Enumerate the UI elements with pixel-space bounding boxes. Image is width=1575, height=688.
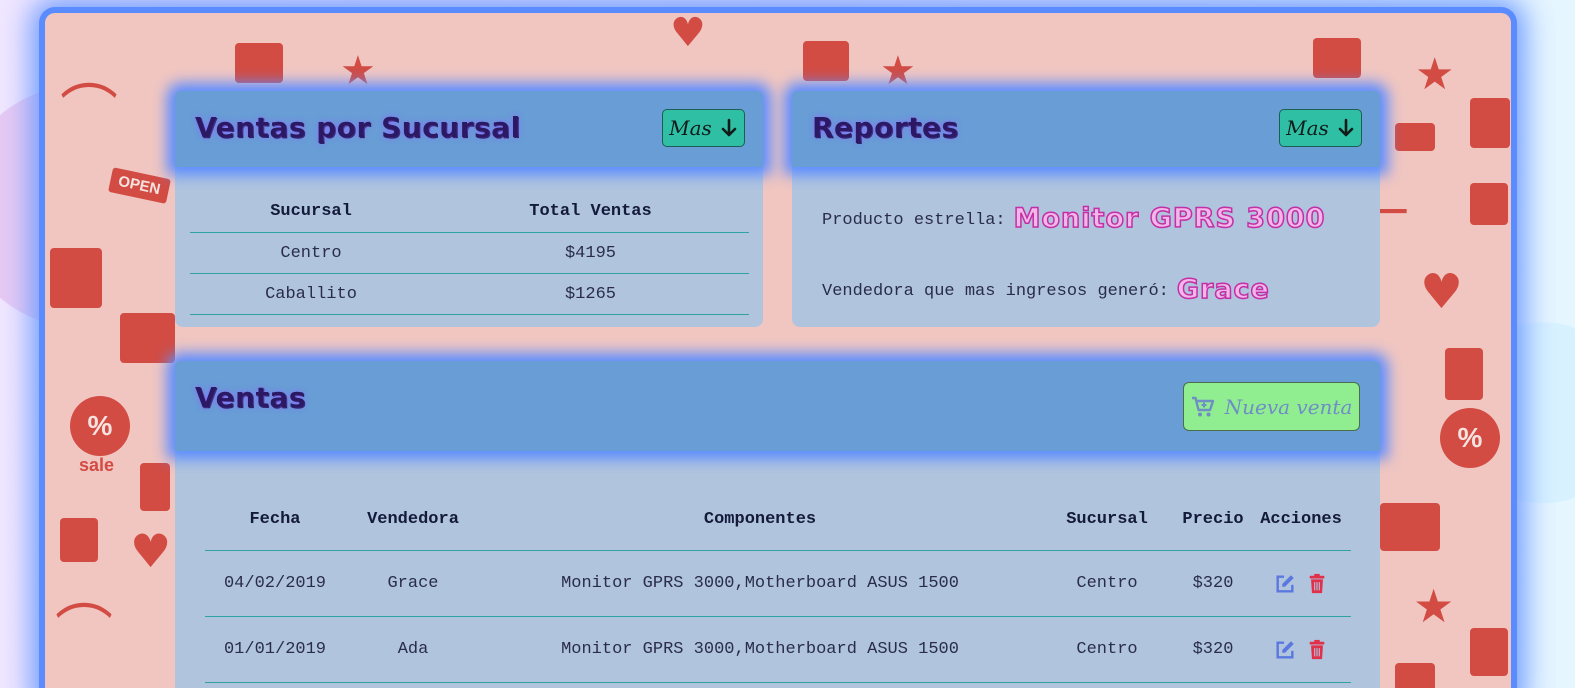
column-header-sucursal: Sucursal: [190, 191, 432, 233]
ventas-por-sucursal-card: Ventas por Sucursal Mas Sucursal Total V…: [175, 91, 763, 327]
credit-card-icon: [1395, 663, 1435, 688]
purse-icon: [1380, 503, 1440, 551]
ventas-card: Ventas Nueva venta Fecha Vendedora Compo…: [175, 361, 1380, 688]
edit-icon[interactable]: [1274, 639, 1296, 661]
reportes-mas-button[interactable]: Mas: [1279, 109, 1362, 147]
bag-icon: [1445, 348, 1483, 400]
mas-button-label: Mas: [669, 116, 712, 140]
ventas-por-sucursal-header: Ventas por Sucursal Mas: [175, 91, 763, 167]
table-row: Centro $4195: [190, 232, 749, 274]
wallet-icon: [235, 43, 283, 83]
hanger-icon: ⌒: [55, 598, 114, 666]
cell-fecha: 01/01/2019: [205, 616, 345, 683]
cell-precio: $320: [1175, 550, 1251, 617]
producto-estrella-value: Monitor GPRS 3000: [1013, 202, 1326, 235]
column-header-vendedora: Vendedora: [345, 488, 481, 551]
cell-acciones: [1251, 550, 1351, 617]
cell-acciones: [1251, 616, 1351, 683]
column-header-sucursal: Sucursal: [1039, 488, 1175, 551]
cash-register-icon: [120, 313, 175, 363]
cart-icon: [1191, 396, 1214, 416]
wallet-icon: [803, 41, 849, 81]
vendedora-top-line: Vendedora que mas ingresos generó: Grace: [822, 273, 1270, 306]
heart-icon: ♥: [1420, 264, 1464, 320]
table-row: 01/01/2019 Ada Monitor GPRS 3000,Motherb…: [205, 616, 1351, 683]
table-row: Caballito $1265: [190, 273, 749, 315]
cell-componentes: Monitor GPRS 3000,Motherboard ASUS 1500: [481, 550, 1039, 617]
column-header-total-ventas: Total Ventas: [432, 191, 749, 233]
reportes-title: Reportes: [812, 111, 959, 144]
column-header-componentes: Componentes: [481, 488, 1039, 551]
cell-vendedora: Grace: [345, 550, 481, 617]
ventas-table: Fecha Vendedora Componentes Sucursal Pre…: [205, 488, 1351, 683]
box-icon: [1470, 98, 1510, 148]
percent-badge-icon: %: [70, 396, 130, 456]
cell-sucursal: Centro: [190, 232, 432, 274]
box-icon: [1470, 628, 1508, 676]
cell-sucursal: Caballito: [190, 273, 432, 315]
watch-icon: [140, 463, 170, 511]
producto-estrella-line: Producto estrella: Monitor GPRS 3000: [822, 202, 1326, 235]
column-header-fecha: Fecha: [205, 488, 345, 551]
app-frame: ⌒ ★ ♥ ★ ★ ♥ ♥ ★ ⌒ ⌐ OPEN % sale % Ventas…: [45, 13, 1511, 688]
bag-icon: [60, 518, 98, 562]
mas-button-label: Mas: [1286, 116, 1329, 140]
heart-icon: ♥: [670, 13, 706, 56]
star-icon: ★: [340, 48, 376, 94]
trash-icon[interactable]: [1306, 573, 1328, 595]
table-header-row: Sucursal Total Ventas: [190, 191, 749, 233]
cell-sucursal: Centro: [1039, 616, 1175, 683]
column-header-acciones: Acciones: [1251, 488, 1351, 551]
hanger-icon: ⌒: [60, 78, 119, 146]
heart-icon: ♥: [130, 524, 172, 578]
table-row: 04/02/2019 Grace Monitor GPRS 3000,Mothe…: [205, 550, 1351, 617]
cell-total-ventas: $4195: [432, 232, 749, 274]
ventas-header: Ventas Nueva venta: [175, 361, 1380, 451]
cell-total-ventas: $1265: [432, 273, 749, 315]
star-icon: ★: [1415, 49, 1455, 100]
sucursal-mas-button[interactable]: Mas: [662, 109, 745, 147]
cell-componentes: Monitor GPRS 3000,Motherboard ASUS 1500: [481, 616, 1039, 683]
trash-icon[interactable]: [1306, 639, 1328, 661]
cell-precio: $320: [1175, 616, 1251, 683]
cell-sucursal: Centro: [1039, 550, 1175, 617]
cell-vendedora: Ada: [345, 616, 481, 683]
wallet-icon: [1313, 38, 1361, 78]
ventas-por-sucursal-title: Ventas por Sucursal: [195, 111, 521, 144]
shopping-bag-icon: [1470, 183, 1508, 225]
edit-icon[interactable]: [1274, 573, 1296, 595]
cell-fecha: 04/02/2019: [205, 550, 345, 617]
nueva-venta-button[interactable]: Nueva venta: [1183, 382, 1360, 431]
vendedora-top-value: Grace: [1176, 273, 1270, 306]
reportes-header: Reportes Mas: [792, 91, 1380, 167]
open-sign-icon: OPEN: [108, 167, 171, 204]
vendedora-top-label: Vendedora que mas ingresos generó:: [822, 282, 1169, 301]
star-icon: ★: [1413, 579, 1455, 633]
ventas-title: Ventas: [195, 381, 307, 414]
producto-estrella-label: Producto estrella:: [822, 211, 1006, 230]
nueva-venta-label: Nueva venta: [1224, 394, 1353, 419]
percent-badge-icon: %: [1440, 408, 1500, 468]
credit-card-icon: [1395, 123, 1435, 151]
arrow-down-icon: [721, 118, 737, 137]
sale-badge-icon: sale: [79, 455, 115, 475]
table-header-row: Fecha Vendedora Componentes Sucursal Pre…: [205, 488, 1351, 551]
reportes-card: Reportes Mas Producto estrella: Monitor G…: [792, 91, 1380, 327]
sucursal-table: Sucursal Total Ventas Centro $4195 Cabal…: [190, 191, 749, 315]
money-icon: [50, 248, 102, 308]
arrow-down-icon: [1338, 118, 1354, 137]
column-header-precio: Precio: [1175, 488, 1251, 551]
star-icon: ★: [880, 48, 916, 94]
